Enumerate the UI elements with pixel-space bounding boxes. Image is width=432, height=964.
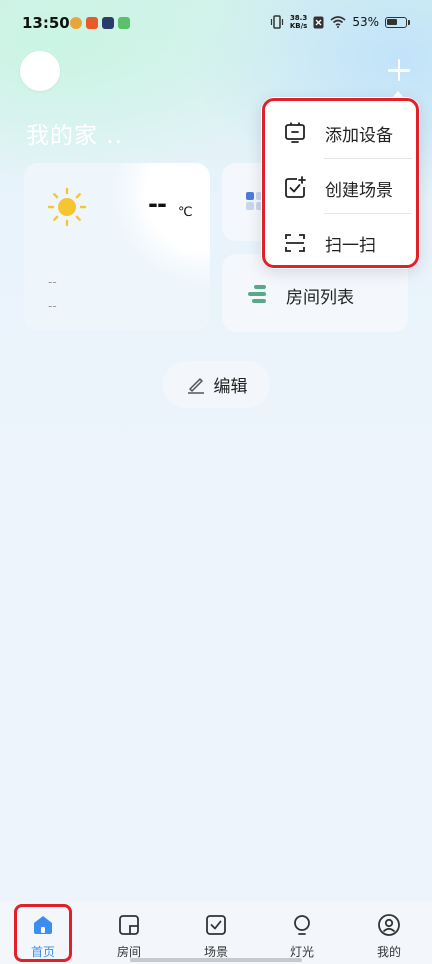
nav-label: 我的 [376,945,401,959]
room-icon [119,915,139,935]
menu-item-create-scene[interactable]: 创建场景 [261,159,420,214]
profile-icon [378,914,400,936]
nav-item-room[interactable]: 房间 [99,904,159,962]
nav-item-home[interactable]: 首页 [13,904,73,962]
home-icon [34,916,52,934]
status-time: 13:50 [22,14,70,32]
list-bar [254,285,266,289]
vibrate-icon [270,15,283,29]
weather-detail-1: -- [48,275,57,289]
room-list-icon [246,284,268,304]
edit-label: 编辑 [213,377,248,397]
status-bar: 13:50 38.3 KB/s 53% [0,0,432,48]
pencil-icon [187,377,204,394]
room-list-label: 房间列表 [286,288,354,308]
edit-button[interactable]: 编辑 [163,361,270,408]
app-notification-icon [70,17,82,29]
menu-item-label: 扫一扫 [325,236,376,256]
app-notification-icon [86,17,98,29]
grid-cell [246,202,254,210]
app-notification-icon [102,17,114,29]
menu-item-label: 添加设备 [325,126,393,146]
nav-item-scene[interactable]: 场景 [186,904,246,962]
network-speed-unit: KB/s [289,22,308,30]
no-sim-icon [313,16,324,28]
list-bar [252,299,266,303]
grid-cell [246,192,254,200]
scan-icon [285,234,305,252]
weather-detail-2: -- [48,299,57,313]
scene-icon [206,915,226,935]
add-device-icon [285,122,305,143]
nav-item-profile[interactable]: 我的 [359,904,419,962]
temperature-unit: ℃ [178,205,193,220]
battery-percent: 53% [352,15,379,29]
avatar[interactable] [20,51,60,91]
temperature-value: -- [148,190,167,218]
menu-item-scan[interactable]: 扫一扫 [261,214,420,269]
battery-icon [385,16,407,28]
create-scene-icon [285,176,306,198]
menu-item-add-device[interactable]: 添加设备 [261,104,420,159]
app-notification-icon [118,17,130,29]
status-indicators: 38.3 KB/s 53% [270,14,410,30]
nav-item-light[interactable]: 灯光 [272,904,332,962]
home-title[interactable]: 我的家 .. [26,116,123,150]
wifi-icon [330,16,346,28]
sun-icon [47,187,87,227]
gesture-bar[interactable] [130,958,302,962]
notification-icons [70,17,130,29]
light-bulb-icon [294,915,310,935]
add-icon[interactable] [384,56,414,86]
weather-sun-glow [114,163,210,283]
list-bar [248,292,266,296]
menu-item-label: 创建场景 [325,181,393,201]
battery-cap [408,19,410,25]
network-speed-value: 38.3 [289,14,308,22]
nav-label: 首页 [30,945,55,959]
network-speed: 38.3 KB/s [290,14,307,30]
